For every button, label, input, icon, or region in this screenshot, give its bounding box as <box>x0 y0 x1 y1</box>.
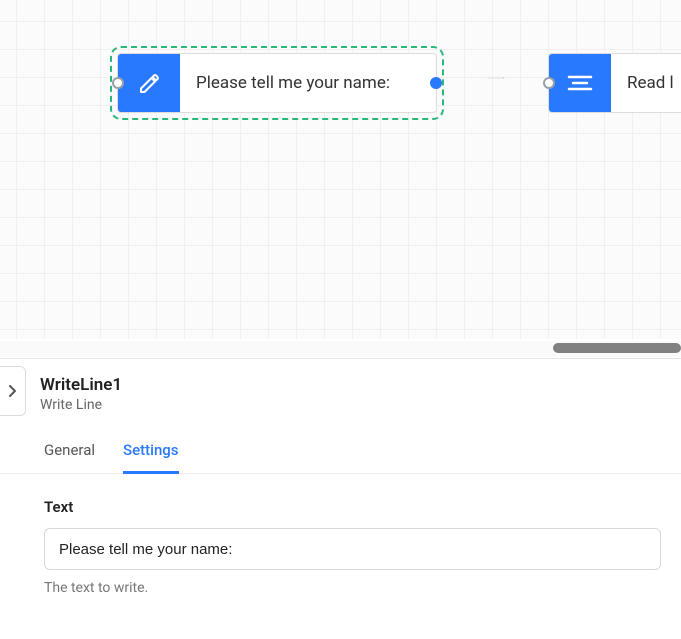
properties-panel: WriteLine1 Write Line General Settings T… <box>0 358 681 596</box>
tabs: General Settings <box>0 431 681 474</box>
port-in[interactable] <box>112 77 124 89</box>
panel-header: WriteLine1 Write Line <box>0 359 681 425</box>
node-readline-label: Read l <box>611 73 681 93</box>
node-writeline-label: Please tell me your name: <box>180 73 436 93</box>
connection-arrow <box>444 77 548 79</box>
field-help-text: The text to write. <box>44 580 661 596</box>
field-label-text: Text <box>44 498 661 516</box>
horizontal-scrollbar[interactable] <box>0 341 681 357</box>
panel-subtitle: Write Line <box>40 397 661 413</box>
text-input[interactable] <box>44 528 661 570</box>
port-in[interactable] <box>543 77 555 89</box>
node-writeline[interactable]: Please tell me your name: <box>117 53 437 113</box>
lines-icon <box>549 54 611 112</box>
tab-settings[interactable]: Settings <box>123 431 179 474</box>
tab-content-settings: Text The text to write. <box>0 474 681 596</box>
chevron-right-icon <box>8 384 18 398</box>
node-readline[interactable]: Read l <box>548 53 681 113</box>
scrollbar-thumb[interactable] <box>553 343 681 353</box>
panel-title: WriteLine1 <box>40 375 661 395</box>
tab-general[interactable]: General <box>44 431 95 473</box>
pencil-icon <box>118 54 180 112</box>
workflow-canvas[interactable]: Please tell me your name: Read l <box>0 0 681 339</box>
port-out[interactable] <box>430 77 442 89</box>
panel-toggle-button[interactable] <box>0 366 26 416</box>
